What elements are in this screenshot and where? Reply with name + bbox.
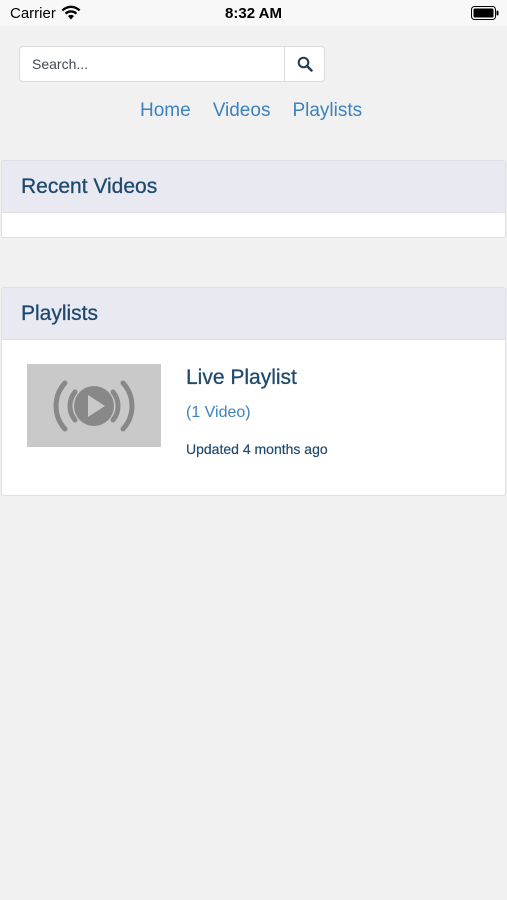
recent-videos-panel: Recent Videos	[1, 160, 506, 238]
playlist-item[interactable]: Live Playlist (1 Video) Updated 4 months…	[2, 340, 505, 490]
live-broadcast-icon	[53, 380, 135, 431]
playlists-panel: Playlists Live Playlist (1 Video) Update…	[1, 287, 506, 496]
status-bar: Carrier 8:32 AM	[0, 0, 507, 26]
playlists-title: Playlists	[21, 301, 99, 325]
search-input[interactable]	[20, 47, 284, 81]
search-bar	[19, 46, 325, 82]
search-button[interactable]	[284, 47, 324, 81]
main-nav: Home Videos Playlists	[140, 99, 362, 123]
status-time: 8:32 AM	[225, 5, 282, 22]
recent-videos-title: Recent Videos	[21, 174, 158, 198]
battery-full-icon	[471, 6, 499, 20]
nav-home[interactable]: Home	[140, 99, 191, 123]
playlist-title[interactable]: Live Playlist	[186, 366, 297, 390]
playlist-video-count: (1 Video)	[186, 404, 251, 421]
playlist-updated-time: Updated 4 months ago	[186, 441, 328, 457]
playlists-header: Playlists	[2, 288, 505, 340]
search-icon	[297, 56, 313, 72]
nav-playlists[interactable]: Playlists	[292, 99, 362, 123]
playlist-thumbnail[interactable]	[27, 364, 161, 447]
recent-videos-header: Recent Videos	[2, 161, 505, 213]
nav-videos[interactable]: Videos	[213, 99, 271, 123]
